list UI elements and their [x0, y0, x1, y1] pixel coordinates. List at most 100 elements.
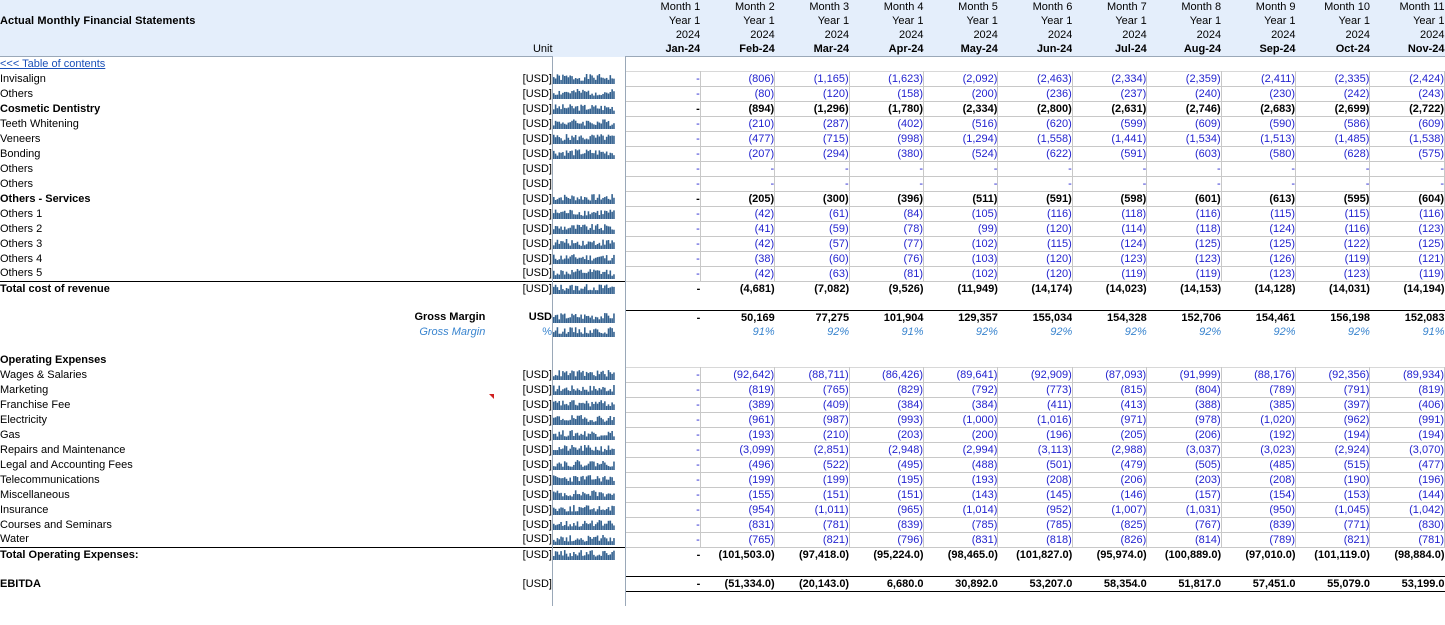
value-cell[interactable]: (14,153): [1147, 282, 1221, 297]
value-cell[interactable]: (409): [775, 398, 849, 413]
value-cell[interactable]: (792): [924, 383, 998, 398]
value-cell[interactable]: (575): [1370, 147, 1445, 162]
value-cell[interactable]: (501): [998, 458, 1072, 473]
value-cell[interactable]: (11,949): [924, 282, 998, 297]
value-cell[interactable]: -: [626, 102, 700, 117]
value-cell[interactable]: (157): [1147, 488, 1221, 503]
value-cell[interactable]: -: [626, 192, 700, 207]
value-cell[interactable]: (101,119.0): [1296, 548, 1370, 563]
value-cell[interactable]: (120): [998, 267, 1072, 282]
value-cell[interactable]: (609): [1370, 117, 1445, 132]
value-cell[interactable]: -: [626, 473, 700, 488]
value-cell[interactable]: (586): [1296, 117, 1370, 132]
value-cell[interactable]: (477): [700, 132, 774, 147]
value-cell[interactable]: (143): [924, 488, 998, 503]
value-cell[interactable]: (3,070): [1370, 443, 1445, 458]
value-cell[interactable]: (230): [1221, 87, 1295, 102]
value-cell[interactable]: (120): [998, 222, 1072, 237]
value-cell[interactable]: -: [626, 383, 700, 398]
value-cell[interactable]: -: [626, 413, 700, 428]
value-cell[interactable]: (3,023): [1221, 443, 1295, 458]
value-cell[interactable]: -: [924, 162, 998, 177]
value-cell[interactable]: (200): [924, 87, 998, 102]
value-cell[interactable]: (126): [1221, 252, 1295, 267]
value-cell[interactable]: -: [626, 577, 700, 592]
value-cell[interactable]: -: [626, 222, 700, 237]
value-cell[interactable]: 51,817.0: [1147, 577, 1221, 592]
value-cell[interactable]: -: [626, 267, 700, 282]
value-cell[interactable]: -: [626, 398, 700, 413]
value-cell[interactable]: (236): [998, 87, 1072, 102]
value-cell[interactable]: (613): [1221, 192, 1295, 207]
value-cell[interactable]: (2,722): [1370, 102, 1445, 117]
value-cell[interactable]: (145): [998, 488, 1072, 503]
value-cell[interactable]: 55,079.0: [1296, 577, 1370, 592]
value-cell[interactable]: (87,093): [1072, 368, 1146, 383]
value-cell[interactable]: (397): [1296, 398, 1370, 413]
value-cell[interactable]: (84): [849, 207, 923, 222]
value-cell[interactable]: -: [849, 177, 923, 192]
value-cell[interactable]: (116): [1296, 222, 1370, 237]
value-cell[interactable]: 156,198: [1296, 311, 1370, 326]
value-cell[interactable]: (101,827.0): [998, 548, 1072, 563]
value-cell[interactable]: -: [626, 488, 700, 503]
value-cell[interactable]: -: [1296, 162, 1370, 177]
value-cell[interactable]: (203): [849, 428, 923, 443]
value-cell[interactable]: -: [924, 177, 998, 192]
value-cell[interactable]: 91%: [1370, 325, 1445, 339]
value-cell[interactable]: -: [626, 428, 700, 443]
value-cell[interactable]: (821): [1296, 533, 1370, 548]
value-cell[interactable]: (86,426): [849, 368, 923, 383]
value-cell[interactable]: (3,113): [998, 443, 1072, 458]
value-cell[interactable]: (622): [998, 147, 1072, 162]
value-cell[interactable]: (950): [1221, 503, 1295, 518]
value-cell[interactable]: (116): [1370, 207, 1445, 222]
value-cell[interactable]: (1,014): [924, 503, 998, 518]
value-cell[interactable]: 30,892.0: [924, 577, 998, 592]
value-cell[interactable]: (1,623): [849, 72, 923, 87]
value-cell[interactable]: (51,334.0): [700, 577, 774, 592]
value-cell[interactable]: (2,683): [1221, 102, 1295, 117]
value-cell[interactable]: -: [626, 518, 700, 533]
value-cell[interactable]: (205): [1072, 428, 1146, 443]
value-cell[interactable]: (1,485): [1296, 132, 1370, 147]
value-cell[interactable]: (2,746): [1147, 102, 1221, 117]
value-cell[interactable]: (821): [775, 533, 849, 548]
value-cell[interactable]: (115): [1221, 207, 1295, 222]
value-cell[interactable]: (781): [1370, 533, 1445, 548]
value-cell[interactable]: (194): [1296, 428, 1370, 443]
value-cell[interactable]: (208): [1221, 473, 1295, 488]
value-cell[interactable]: (2,334): [1072, 72, 1146, 87]
value-cell[interactable]: (1,780): [849, 102, 923, 117]
value-cell[interactable]: (114): [1072, 222, 1146, 237]
value-cell[interactable]: 91%: [700, 325, 774, 339]
value-cell[interactable]: (144): [1370, 488, 1445, 503]
value-cell[interactable]: -: [626, 237, 700, 252]
value-cell[interactable]: (1,165): [775, 72, 849, 87]
value-cell[interactable]: (14,023): [1072, 282, 1146, 297]
value-cell[interactable]: -: [998, 177, 1072, 192]
value-cell[interactable]: (595): [1296, 192, 1370, 207]
value-cell[interactable]: (203): [1147, 473, 1221, 488]
value-cell[interactable]: 155,034: [998, 311, 1072, 326]
value-cell[interactable]: (300): [775, 192, 849, 207]
value-cell[interactable]: (88,176): [1221, 368, 1295, 383]
value-cell[interactable]: 92%: [1147, 325, 1221, 339]
value-cell[interactable]: (715): [775, 132, 849, 147]
value-cell[interactable]: 154,328: [1072, 311, 1146, 326]
value-cell[interactable]: (80): [700, 87, 774, 102]
value-cell[interactable]: 152,083: [1370, 311, 1445, 326]
value-cell[interactable]: (123): [1072, 252, 1146, 267]
value-cell[interactable]: (962): [1296, 413, 1370, 428]
value-cell[interactable]: (153): [1296, 488, 1370, 503]
value-cell[interactable]: -: [1072, 162, 1146, 177]
value-cell[interactable]: (2,699): [1296, 102, 1370, 117]
value-cell[interactable]: (804): [1147, 383, 1221, 398]
value-cell[interactable]: (124): [1072, 237, 1146, 252]
value-cell[interactable]: (60): [775, 252, 849, 267]
value-cell[interactable]: -: [626, 458, 700, 473]
value-cell[interactable]: (14,128): [1221, 282, 1295, 297]
value-cell[interactable]: (1,000): [924, 413, 998, 428]
value-cell[interactable]: (978): [1147, 413, 1221, 428]
value-cell[interactable]: (120): [775, 87, 849, 102]
